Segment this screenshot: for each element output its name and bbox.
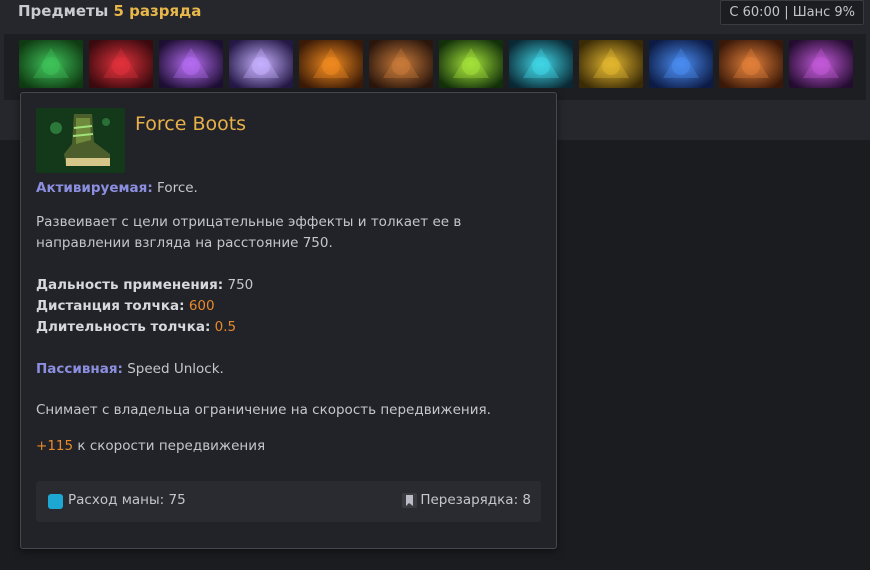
item-6-thumb[interactable] <box>369 40 433 88</box>
stat-cast-range: Дальность применения: 750 <box>36 275 253 296</box>
title-tier: 5 разряда <box>113 2 202 20</box>
force-boots-thumb[interactable] <box>19 40 83 88</box>
passive-name: Speed Unlock. <box>127 361 224 377</box>
item-icons-bar <box>4 34 866 100</box>
mana-cost: Расход маны: 75 <box>68 492 186 508</box>
stat-push-distance: Дистанция толчка: 600 <box>36 296 215 317</box>
passive-ability-line: Пассивная: Speed Unlock. <box>36 359 224 380</box>
force-boots-icon <box>36 108 125 173</box>
item-2-thumb[interactable] <box>89 40 153 88</box>
active-name: Force. <box>157 180 198 196</box>
cooldown-icon <box>402 493 417 508</box>
item-4-thumb[interactable] <box>229 40 293 88</box>
stat-label: Длительность толчка: <box>36 319 211 335</box>
page-title: Предметы 5 разряда <box>18 2 201 20</box>
stat-label: Дальность применения: <box>36 277 224 293</box>
item-11-thumb[interactable] <box>719 40 783 88</box>
item-5-thumb[interactable] <box>299 40 363 88</box>
drop-chance-badge: С 60:00 | Шанс 9% <box>720 0 864 25</box>
stat-value: 600 <box>188 298 215 314</box>
bonus-sign: + <box>36 438 48 454</box>
mana-icon <box>48 494 63 509</box>
item-8-thumb[interactable] <box>509 40 573 88</box>
item-tooltip: Force Boots Активируемая: Force. Развеив… <box>20 92 557 549</box>
movement-speed-bonus: +115 к скорости передвижения <box>36 436 265 457</box>
stat-push-duration: Длительность толчка: 0.5 <box>36 317 236 338</box>
title-prefix: Предметы <box>18 2 109 20</box>
stat-label: Дистанция толчка: <box>36 298 185 314</box>
item-7-thumb[interactable] <box>439 40 503 88</box>
passive-label: Пассивная: <box>36 361 123 377</box>
stat-value: 750 <box>227 277 254 293</box>
tooltip-footer: Расход маны: 75 Перезарядка: 8 <box>36 481 541 522</box>
bonus-value: 115 <box>47 438 74 454</box>
stat-value: 0.5 <box>214 319 237 335</box>
item-3-thumb[interactable] <box>159 40 223 88</box>
active-ability-line: Активируемая: Force. <box>36 178 198 199</box>
bonus-text: к скорости передвижения <box>73 438 266 454</box>
passive-description: Снимает с владельца ограничение на скоро… <box>36 402 491 418</box>
item-12-thumb[interactable] <box>789 40 853 88</box>
item-9-thumb[interactable] <box>579 40 643 88</box>
item-title: Force Boots <box>135 113 247 135</box>
active-label: Активируемая: <box>36 180 153 196</box>
cooldown: Перезарядка: 8 <box>420 492 531 508</box>
active-description: Развеивает с цели отрицательные эффекты … <box>36 214 462 251</box>
item-10-thumb[interactable] <box>649 40 713 88</box>
